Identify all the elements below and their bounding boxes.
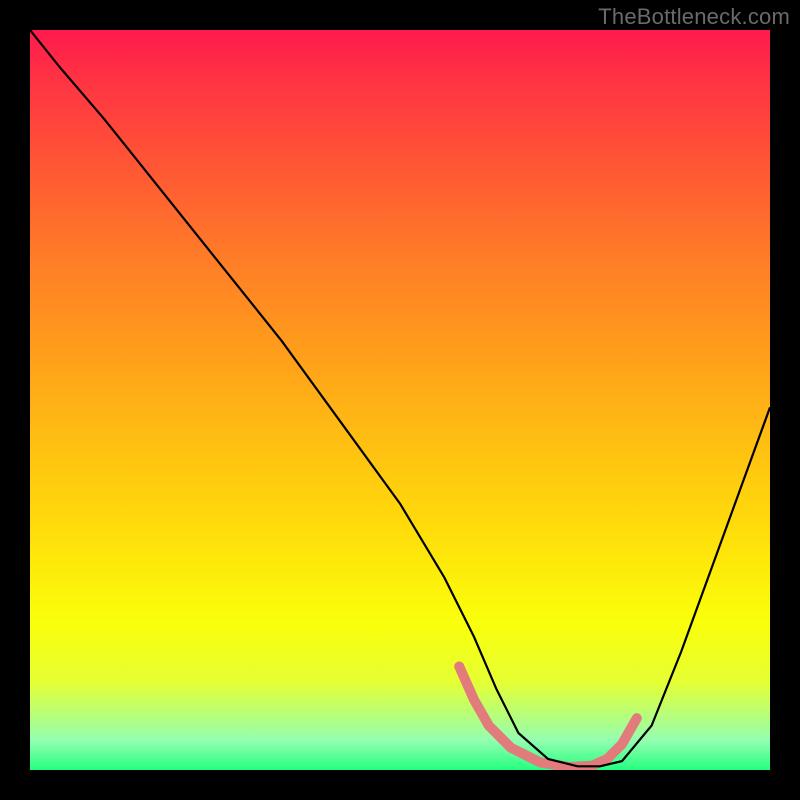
chart-frame: TheBottleneck.com (0, 0, 800, 800)
plot-area (30, 30, 770, 770)
bottleneck-curve-path (30, 30, 770, 766)
watermark-text: TheBottleneck.com (598, 4, 790, 30)
highlight-band-path (459, 666, 637, 767)
chart-svg (30, 30, 770, 770)
